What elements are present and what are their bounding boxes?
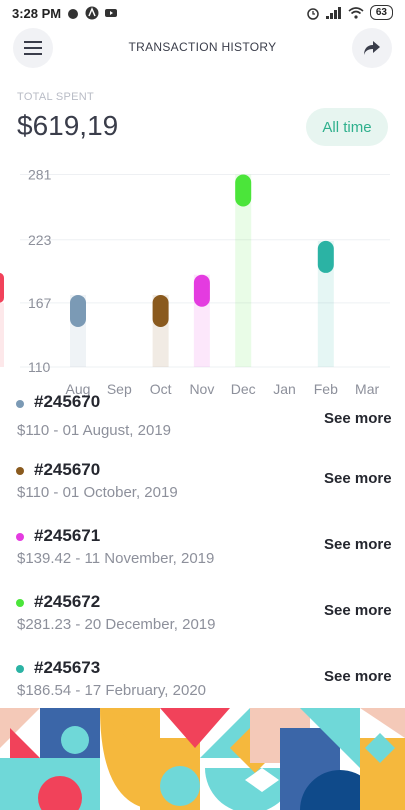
- see-more-link[interactable]: See more: [324, 602, 392, 619]
- y-tick-label: 223: [28, 232, 52, 248]
- bar-nov[interactable]: [193, 274, 210, 307]
- transaction-id: #245671: [34, 526, 101, 545]
- battery-indicator: 63: [369, 5, 393, 20]
- transaction-detail: $281.23 - 20 December, 2019: [17, 616, 216, 633]
- bar-dec[interactable]: [235, 174, 252, 207]
- status-dot: [16, 400, 24, 408]
- app-header: TRANSACTION HISTORY: [0, 26, 405, 70]
- decorative-pattern: [0, 708, 405, 810]
- transaction-item[interactable]: #245672 $281.23 - 20 December, 2019 See mo…: [0, 588, 405, 648]
- period-filter-button[interactable]: All time: [306, 108, 388, 146]
- alarm-icon: [307, 7, 319, 20]
- see-more-link[interactable]: See more: [324, 470, 392, 487]
- transaction-id: #245672: [34, 592, 101, 611]
- y-tick-label: 110: [28, 359, 51, 375]
- x-tick-label: Sep: [107, 381, 132, 397]
- spending-chart: 110167223281Aug Sep Oct Nov Dec Jan Feb Mar: [0, 167, 390, 397]
- x-tick-label: Oct: [150, 381, 172, 397]
- transaction-detail: $186.54 - 17 February, 2020: [17, 682, 207, 699]
- total-spent-value: $619,19: [17, 110, 119, 141]
- signal-icon: [325, 6, 341, 19]
- transaction-item[interactable]: #245670 $110 - 01 October, 2019 See more: [0, 456, 405, 516]
- status-dot: [16, 533, 24, 541]
- x-tick-label: Dec: [231, 381, 256, 397]
- transaction-detail: $139.42 - 11 November, 2019: [17, 550, 215, 567]
- bar-offscreen: [0, 272, 4, 303]
- status-bar: 3:28 PM 63: [0, 0, 405, 26]
- notification-icon: [68, 9, 78, 19]
- x-tick-label: Jan: [273, 381, 296, 397]
- bar-aug[interactable]: [70, 294, 86, 327]
- status-time: 3:28 PM: [12, 6, 62, 21]
- share-button[interactable]: [352, 28, 392, 68]
- y-tick-label: 167: [28, 295, 52, 311]
- transaction-id: #245670: [34, 392, 101, 411]
- app-icon: [85, 6, 99, 20]
- total-spent-label: TOTAL SPENT: [17, 91, 95, 103]
- x-tick-label: Feb: [314, 381, 338, 397]
- status-dot: [16, 467, 24, 475]
- transaction-item[interactable]: #245671 $139.42 - 11 November, 2019 See mo…: [0, 522, 405, 582]
- x-tick-label: Mar: [355, 381, 379, 397]
- y-tick-label: 281: [28, 167, 52, 183]
- status-dot: [16, 599, 24, 607]
- x-tick-label: Nov: [189, 381, 214, 397]
- wifi-icon: [348, 6, 364, 19]
- bar-oct[interactable]: [152, 294, 169, 327]
- transaction-item[interactable]: #245670 $110 - 01 August, 2019 See more: [0, 392, 405, 458]
- see-more-link[interactable]: See more: [324, 668, 392, 685]
- youtube-icon: [105, 9, 117, 17]
- status-dot: [16, 665, 24, 673]
- transaction-detail: $110 - 01 October, 2019: [17, 484, 178, 501]
- transaction-id: #245670: [34, 460, 101, 479]
- bar-feb[interactable]: [317, 240, 334, 273]
- share-icon: [364, 41, 380, 55]
- page-title: TRANSACTION HISTORY: [128, 40, 277, 54]
- transaction-detail: $110 - 01 August, 2019: [17, 422, 172, 439]
- see-more-link[interactable]: See more: [324, 410, 392, 427]
- see-more-link[interactable]: See more: [324, 536, 392, 553]
- transaction-id: #245673: [34, 658, 101, 677]
- bar-offscreen-fill: [0, 302, 4, 367]
- transaction-item[interactable]: #245673 $186.54 - 17 February, 2020 See mo…: [0, 654, 405, 714]
